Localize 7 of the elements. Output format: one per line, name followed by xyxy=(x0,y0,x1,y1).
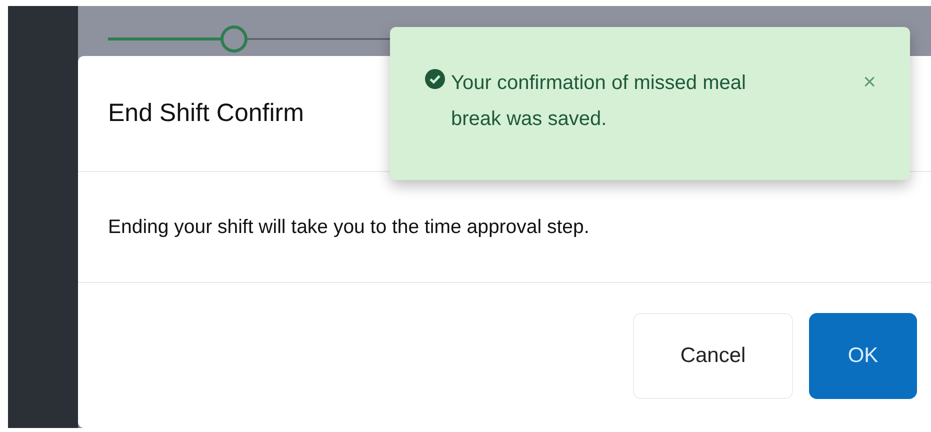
dialog-message: Ending your shift will take you to the time approval step. xyxy=(108,216,590,238)
ok-button[interactable]: OK xyxy=(809,312,917,398)
dialog-title: End Shift Confirm xyxy=(108,99,304,128)
toast-message: Your confirmation of missed meal break was saved. xyxy=(451,71,747,132)
close-button[interactable]: × xyxy=(863,69,876,95)
cancel-button[interactable]: Cancel xyxy=(633,312,793,398)
check-circle-icon xyxy=(425,69,445,89)
